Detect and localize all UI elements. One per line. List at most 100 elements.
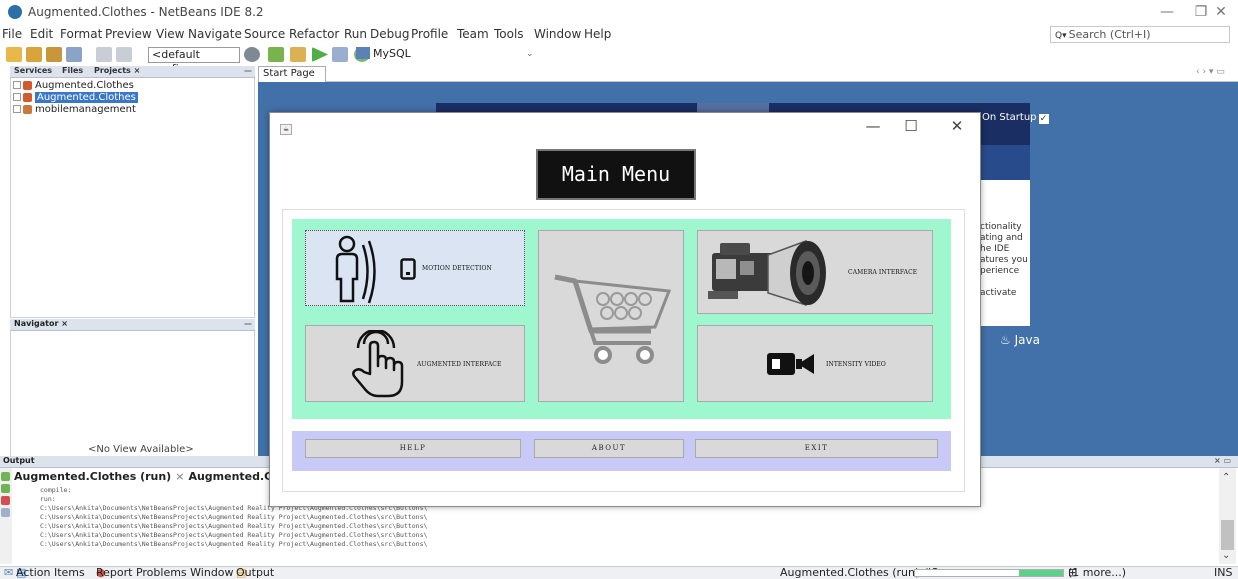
tab-navigator[interactable]: Navigator × (14, 319, 68, 328)
open-project-icon[interactable] (46, 47, 62, 62)
motion-detection-label: MOTION DETECTION (422, 265, 492, 272)
menu-source[interactable]: Source (244, 27, 285, 41)
insert-mode: INS (1214, 566, 1233, 579)
menu-format[interactable]: Format (60, 27, 102, 41)
tree-item-project-selected[interactable]: Augmented.Clothes (13, 92, 138, 104)
minimize-button[interactable]: — (1152, 2, 1182, 22)
editor-tab-bar (258, 66, 1238, 82)
menu-debug[interactable]: Debug (370, 27, 409, 41)
menu-tools[interactable]: Tools (494, 27, 524, 41)
java-cup-icon: ♨ (1000, 333, 1011, 347)
database-icon (356, 47, 370, 59)
database-select[interactable]: MySQL ⌄ (356, 47, 536, 63)
expand-icon[interactable] (13, 93, 21, 101)
menu-edit[interactable]: Edit (30, 27, 53, 41)
exit-button[interactable]: EXIT (695, 439, 938, 458)
checkbox-checked-icon[interactable]: ✓ (1038, 114, 1049, 124)
redo-icon[interactable] (116, 47, 132, 62)
show-on-startup-checkbox[interactable]: On Startup ✓ (982, 112, 1049, 124)
touch-hand-icon (352, 330, 404, 398)
clean-build-icon[interactable] (290, 47, 306, 62)
intensity-video-label: INTENSITY VIDEO (826, 361, 886, 368)
output-window-controls[interactable]: × ▭ (1214, 456, 1231, 465)
new-project-icon[interactable] (26, 47, 42, 62)
save-all-icon[interactable] (66, 47, 82, 62)
debug-icon[interactable] (332, 47, 348, 62)
start-page-band (976, 145, 1030, 180)
set-config-icon[interactable] (244, 47, 260, 62)
output-scrollbar[interactable]: ⌃ ⌄ (1219, 468, 1236, 564)
configuration-select[interactable]: <default confi... (148, 47, 240, 75)
bottom-buttons-panel: HELP ABOUT EXIT (292, 431, 951, 471)
tree-item-project[interactable]: mobilemanagement (13, 104, 136, 116)
java-logo: ♨ Java (1000, 333, 1040, 347)
menu-refactor[interactable]: Refactor (289, 27, 339, 41)
output-line: C:\Users\Ankita\Documents\NetBeansProjec… (40, 522, 428, 530)
output-line: compile: (40, 486, 72, 494)
panel-minimize-icon[interactable]: — (244, 66, 252, 75)
expand-icon[interactable] (13, 105, 21, 113)
menu-run[interactable]: Run (344, 27, 367, 41)
menu-preview[interactable]: Preview (105, 27, 152, 41)
tab-files[interactable]: Files (62, 66, 83, 75)
intensity-video-button[interactable]: INTENSITY VIDEO (697, 325, 933, 402)
output-line: C:\Users\Ankita\Documents\NetBeansProjec… (40, 540, 428, 548)
output-line: run: (40, 495, 56, 503)
build-icon[interactable] (268, 47, 284, 62)
menu-view[interactable]: View (156, 27, 184, 41)
close-button[interactable]: ✕ (1206, 2, 1236, 22)
tab-services[interactable]: Services (14, 66, 52, 75)
project-icon (23, 80, 32, 90)
search-icon: Q▾ (1055, 31, 1067, 41)
java-brand-text: Java (1014, 333, 1040, 347)
navigator-panel (10, 331, 255, 457)
projects-panel: Augmented.Clothes Augmented.Clothes mobi… (10, 78, 255, 318)
dialog-minimize-button[interactable]: — (856, 115, 890, 137)
menu-profile[interactable]: Profile (411, 27, 448, 41)
person-motion-icon (335, 235, 376, 304)
rerun-icon[interactable] (1, 472, 10, 481)
output-line: C:\Users\Ankita\Documents\NetBeansProjec… (40, 513, 428, 521)
motion-detection-button[interactable]: MOTION DETECTION (305, 230, 525, 306)
menu-window[interactable]: Window (534, 27, 581, 41)
tab-projects[interactable]: Projects × (94, 66, 140, 75)
run-icon[interactable] (312, 47, 328, 62)
navigator-empty-text: <No View Available> (88, 444, 194, 455)
database-select-value: MySQL (373, 47, 411, 60)
scroll-up-icon[interactable]: ⌃ (1222, 472, 1230, 483)
search-input[interactable]: Q▾ Search (Ctrl+I) (1050, 26, 1230, 43)
editor-tab-controls[interactable]: ‹ › ▾ ▭ (1196, 67, 1225, 77)
scrollbar-thumb[interactable] (1221, 520, 1234, 550)
menu-help[interactable]: Help (584, 27, 611, 41)
progress-bar (914, 569, 1064, 577)
menu-team[interactable]: Team (457, 27, 489, 41)
menu-navigate[interactable]: Navigate (188, 27, 242, 41)
navigator-tabs: Navigator × — (10, 319, 255, 331)
panel-minimize-icon[interactable]: — (244, 319, 252, 328)
notification-icon[interactable]: ✉ (4, 567, 13, 579)
close-icon[interactable]: × (175, 470, 184, 483)
augmented-interface-button[interactable]: AUGMENTED INTERFACE (305, 325, 525, 402)
stop-icon[interactable] (1, 496, 10, 505)
undo-icon[interactable] (96, 47, 112, 62)
dialog-maximize-button[interactable]: ☐ (894, 115, 928, 137)
scroll-down-icon[interactable]: ⌄ (1222, 550, 1230, 561)
netbeans-app-icon (8, 5, 22, 19)
output-tab-run[interactable]: Augmented.Clothes (run) (14, 470, 171, 483)
start-page-card-text: ctionality ating and he IDE atures you p… (980, 222, 1028, 298)
rerun-with-params-icon[interactable] (1, 484, 10, 493)
settings-icon[interactable] (1, 508, 10, 517)
tree-item-project[interactable]: Augmented.Clothes (13, 80, 134, 92)
dialog-close-button[interactable]: ✕ (940, 115, 974, 137)
help-button[interactable]: HELP (305, 439, 521, 458)
tab-start-page[interactable]: Start Page × (258, 66, 326, 93)
camera-interface-button[interactable]: CAMERA INTERFACE (697, 230, 933, 314)
left-panel-tabs: Services Files Projects × — (10, 66, 255, 78)
expand-icon[interactable] (13, 81, 21, 89)
new-file-icon[interactable] (6, 47, 22, 62)
camera-icon (708, 239, 826, 307)
menu-file[interactable]: File (2, 27, 22, 41)
shopping-cart-button[interactable] (538, 230, 684, 402)
sensor-icon (400, 258, 416, 280)
about-button[interactable]: ABOUT (534, 439, 684, 458)
